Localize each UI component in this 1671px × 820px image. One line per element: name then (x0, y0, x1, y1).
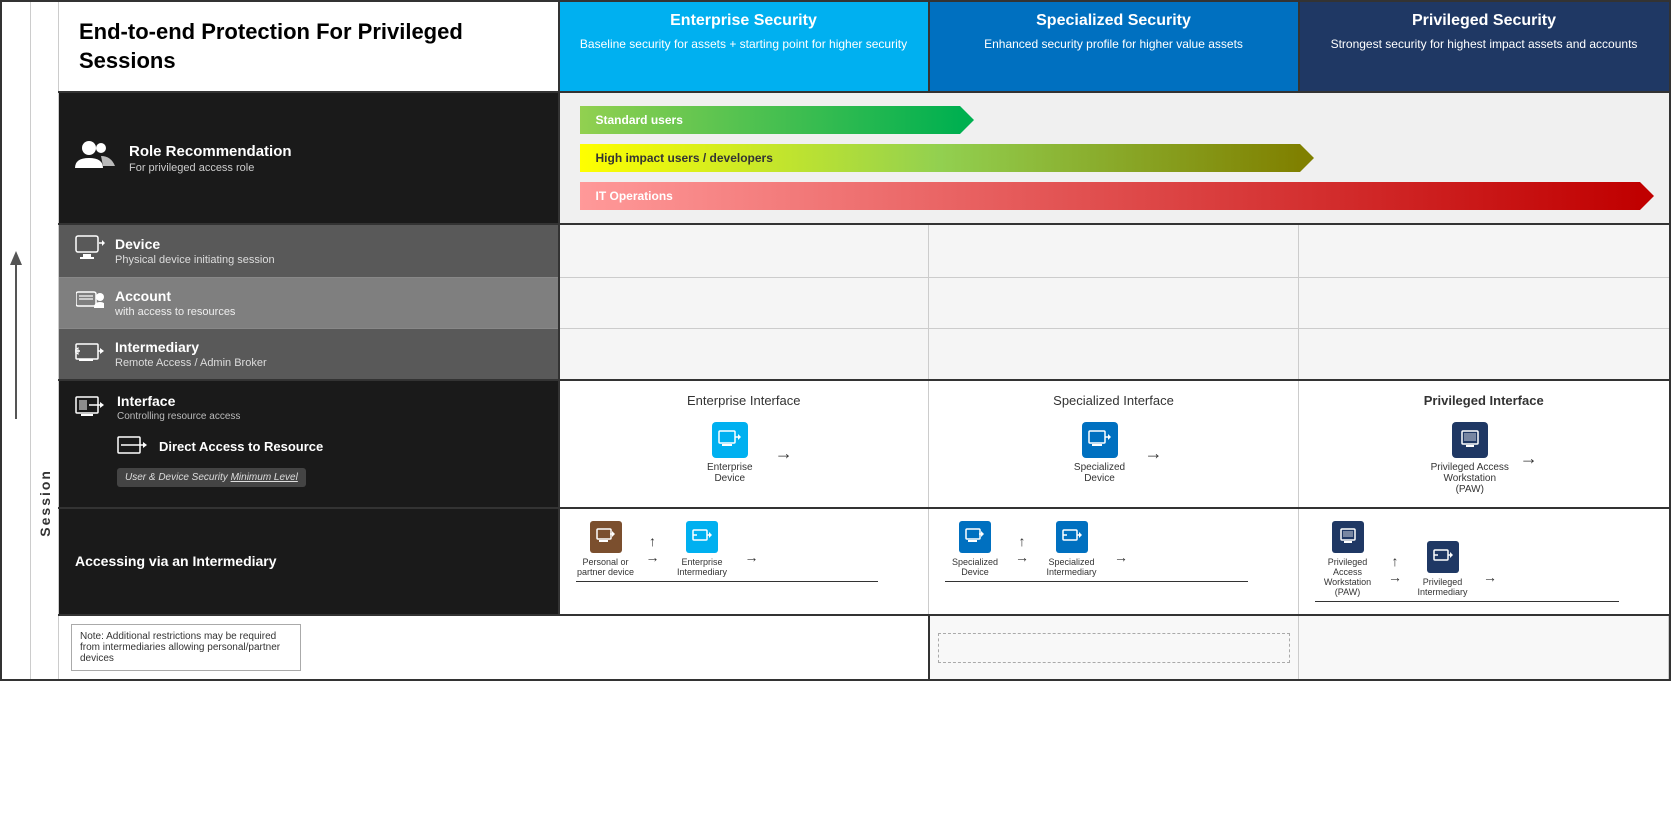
personal-device-icon (590, 521, 622, 553)
privileged-paw-label: Privileged Access Workstation (PAW) (1315, 557, 1380, 597)
specialized-intermediary-label: Specialized Intermediary (1039, 557, 1104, 577)
specialized-intermediary-icon (1056, 521, 1088, 553)
upward-arrow-icon (6, 249, 26, 429)
far-left-cell (1, 1, 31, 680)
note-specialized-cell (1299, 615, 1669, 680)
specialized-device-2-label: Specialized Device (945, 557, 1005, 577)
privileged-interface-label: Privileged Interface (1315, 393, 1653, 408)
intermediary-subtitle: Remote Access / Admin Broker (115, 357, 267, 369)
enterprise-interface-cell: Enterprise Interface Enterprise Device → (559, 380, 929, 508)
privileged-header: Privileged Security Strongest security f… (1299, 1, 1669, 92)
accessing-via-cell: Accessing via an Intermediary (59, 508, 559, 615)
account-enterprise-cell (559, 278, 929, 329)
standard-users-label: Standard users (596, 113, 683, 127)
note-privileged-cell (1669, 615, 1671, 680)
intermediary-specialized-cell (929, 329, 1299, 381)
note-box: Note: Additional restrictions may be req… (71, 624, 301, 671)
accessing-via-title: Accessing via an Intermediary (75, 552, 542, 572)
main-title: End-to-end Protection For Privileged Ses… (79, 18, 538, 75)
high-impact-label: High impact users / developers (596, 151, 773, 165)
specialized-arrow: → (1145, 443, 1163, 464)
header-title-cell: End-to-end Protection For Privileged Ses… (59, 1, 559, 92)
session-label: Session (37, 469, 53, 537)
account-privileged-cell (1299, 278, 1669, 329)
privileged-header-desc: Strongest security for highest impact as… (1331, 37, 1638, 51)
device-icon (75, 235, 105, 267)
intermediary-title: Intermediary (115, 339, 267, 355)
privileged-device-label: Privileged Access Workstation (PAW) (1430, 462, 1510, 495)
device-title: Device (115, 236, 275, 252)
enterprise-header: Enterprise Security Baseline security fo… (559, 1, 929, 92)
role-rec-subtitle: For privileged access role (129, 162, 292, 174)
session-text-cell-lower: Session (31, 329, 59, 681)
specialized-header-desc: Enhanced security profile for higher val… (984, 37, 1243, 51)
intermediary-enterprise-cell (559, 329, 929, 381)
note-cell: Note: Additional restrictions may be req… (59, 615, 929, 680)
enterprise-accessing-cell: Personal or partner device ↑ → (559, 508, 929, 615)
specialized-accessing-cell: Specialized Device ↑ → (929, 508, 1299, 615)
note-text: Note: Additional restrictions may be req… (80, 631, 280, 664)
specialized-header: Specialized Security Enhanced security p… (929, 1, 1299, 92)
interface-icon (75, 395, 107, 424)
privileged-arrow: → (1520, 448, 1538, 469)
privileged-intermediary-icon (1427, 541, 1459, 573)
enterprise-device-icon (712, 422, 748, 458)
intermediary-label-cell: Intermediary Remote Access / Admin Broke… (59, 329, 559, 381)
specialized-header-title: Specialized Security (942, 12, 1286, 30)
role-rec-title: Role Recommendation (129, 143, 292, 160)
account-specialized-cell (929, 278, 1299, 329)
standard-users-arrow-bar: Standard users (580, 105, 1649, 135)
device-subtitle: Physical device initiating session (115, 254, 275, 266)
min-level-badge: User & Device Security Minimum Level (117, 468, 306, 487)
enterprise-header-title: Enterprise Security (572, 12, 916, 30)
enterprise-arrow: → (775, 443, 793, 464)
intermediary-privileged-cell (1299, 329, 1669, 381)
enterprise-header-desc: Baseline security for assets + starting … (580, 37, 907, 51)
privileged-header-title: Privileged Security (1312, 12, 1657, 30)
it-operations-arrow-bar: IT Operations (580, 181, 1649, 211)
device-label-cell: Device Physical device initiating sessio… (59, 224, 559, 278)
privileged-device-icon (1452, 422, 1488, 458)
privileged-accessing-cell: Privileged Access Workstation (PAW) ↑ → (1299, 508, 1669, 615)
enterprise-intermediary-icon (686, 521, 718, 553)
personal-device-label: Personal or partner device (576, 557, 636, 577)
account-subtitle: with access to resources (115, 306, 235, 318)
it-operations-label: IT Operations (596, 189, 673, 203)
enterprise-device-label: Enterprise Device (695, 462, 765, 484)
intermediary-icon (75, 340, 105, 369)
privileged-interface-cell: Privileged Interface Privileged Access W… (1299, 380, 1669, 508)
role-rec-icon (75, 138, 115, 178)
role-recommendation-cell: Role Recommendation For privileged acces… (59, 92, 559, 224)
account-label-cell: Account with access to resources (59, 278, 559, 329)
role-arrows-cell: Standard users High impact users / devel… (559, 92, 1669, 224)
specialized-device-2-icon (959, 521, 991, 553)
device-privileged-cell (1299, 224, 1669, 278)
specialized-interface-label: Specialized Interface (945, 393, 1282, 408)
interface-title: Interface (117, 393, 240, 409)
device-specialized-cell (929, 224, 1299, 278)
enterprise-interface-label: Enterprise Interface (576, 393, 913, 408)
specialized-device-label: Specialized Device (1065, 462, 1135, 484)
direct-access-title: Direct Access to Resource (159, 439, 323, 456)
interface-left-cell: Interface Controlling resource access Di… (59, 380, 559, 508)
interface-subtitle: Controlling resource access (117, 411, 240, 422)
account-title: Account (115, 288, 235, 304)
privileged-paw-icon (1332, 521, 1364, 553)
device-enterprise-cell (559, 224, 929, 278)
high-impact-arrow-bar: High impact users / developers (580, 143, 1649, 173)
specialized-interface-cell: Specialized Interface Specialized Device… (929, 380, 1299, 508)
enterprise-intermediary-label: Enterprise Intermediary (670, 557, 735, 577)
session-label-cell (31, 1, 59, 329)
specialized-device-icon (1082, 422, 1118, 458)
privileged-intermediary-label: Privileged Intermediary (1410, 577, 1475, 597)
note-enterprise-cell (929, 615, 1299, 680)
account-icon (75, 288, 105, 318)
